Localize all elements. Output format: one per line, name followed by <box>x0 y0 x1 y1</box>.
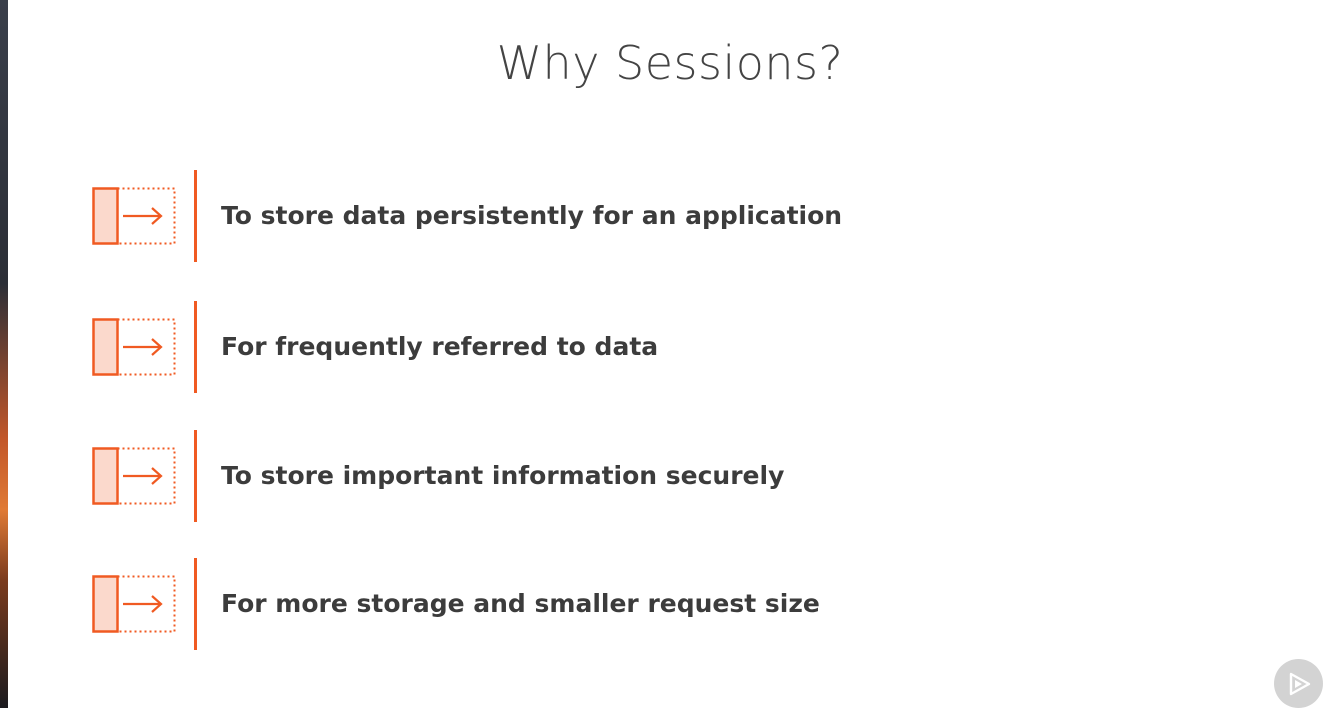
bullet-divider <box>194 430 197 522</box>
bullet-divider <box>194 301 197 393</box>
box-arrow-right-icon <box>92 318 176 376</box>
slide-title: Why Sessions? <box>496 36 844 90</box>
bullet-text: To store important information securely <box>221 461 785 490</box>
play-icon <box>1289 672 1311 696</box>
bullet-item: To store important information securely <box>92 430 1192 522</box>
box-arrow-right-icon <box>92 187 176 245</box>
desktop-background-edge <box>0 0 8 708</box>
bullet-divider <box>194 170 197 262</box>
bullet-text: To store data persistently for an applic… <box>221 201 843 230</box>
bullet-divider <box>194 558 197 650</box>
bullet-text: For frequently referred to data <box>221 332 659 361</box>
bullet-text: For more storage and smaller request siz… <box>221 589 820 618</box>
box-arrow-right-icon <box>92 447 176 505</box>
play-button[interactable] <box>1274 659 1323 708</box>
bullet-item: For frequently referred to data <box>92 301 1192 393</box>
bullet-item: For more storage and smaller request siz… <box>92 558 1192 650</box>
bullet-item: To store data persistently for an applic… <box>92 170 1192 262</box>
box-arrow-right-icon <box>92 575 176 633</box>
slide-canvas: Why Sessions? To store data persistently… <box>0 0 1323 708</box>
